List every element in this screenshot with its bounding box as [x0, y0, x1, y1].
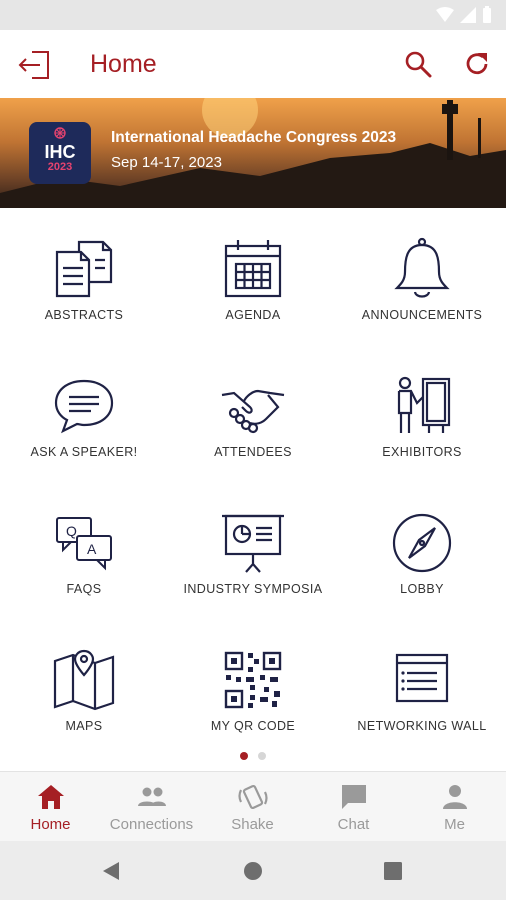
tile-label: LOBBY: [400, 582, 444, 596]
recents-square-icon[interactable]: [382, 860, 404, 882]
nav-label: Shake: [231, 816, 274, 833]
logout-icon[interactable]: [18, 50, 52, 80]
bell-icon: [394, 237, 450, 298]
people-icon: [137, 787, 166, 806]
flower-icon: [54, 127, 66, 139]
tile-label: ABSTRACTS: [44, 308, 124, 322]
tile-label: INDUSTRY SYMPOSIA: [183, 582, 323, 596]
tile-lobby[interactable]: LOBBY: [338, 482, 506, 619]
nav-connections[interactable]: Connections: [101, 772, 202, 842]
shake-phone-icon: [237, 784, 268, 810]
wifi-icon: [436, 6, 454, 22]
map-icon: [53, 649, 115, 711]
tile-label: MAPS: [65, 719, 103, 733]
nav-label: Chat: [337, 816, 370, 833]
tile-networking-wall[interactable]: NETWORKING WALL: [338, 619, 506, 756]
tile-label: EXHIBITORS: [382, 445, 462, 459]
feature-grid: ABSTRACTS AGENDA ANNOUNCEMENTS ASK A SPE…: [0, 208, 506, 753]
exhibitor-icon: [397, 376, 451, 433]
tile-agenda[interactable]: AGENDA: [169, 208, 337, 345]
nav-label: Me: [444, 816, 465, 833]
system-navigation-bar: [0, 841, 506, 900]
svg-text:Q: Q: [66, 523, 77, 539]
chat-icon: [341, 785, 366, 809]
nav-shake[interactable]: Shake: [202, 772, 303, 842]
tile-ask-a-speaker[interactable]: ASK A SPEAKER!: [0, 345, 168, 482]
tile-label: MY QR CODE: [210, 719, 296, 733]
qr-code-icon: [224, 651, 282, 709]
wall-post-icon: [395, 653, 449, 703]
qa-bubbles-icon: Q A: [56, 517, 112, 571]
calendar-icon: [224, 240, 282, 298]
logo-acronym: IHC: [44, 142, 76, 162]
nav-home[interactable]: Home: [0, 772, 101, 842]
speech-bubble-icon: [54, 379, 114, 434]
signal-icon: [460, 6, 476, 23]
event-name: International Headache Congress 2023: [111, 129, 397, 146]
tile-label: NETWORKING WALL: [357, 719, 487, 733]
tile-label: ATTENDEES: [214, 445, 292, 459]
page-dot[interactable]: [258, 752, 266, 760]
app-bar: Home: [0, 30, 506, 98]
nav-chat[interactable]: Chat: [303, 772, 404, 842]
tile-announcements[interactable]: ANNOUNCEMENTS: [338, 208, 506, 345]
bottom-navigation: Home Connections Shake Chat Me: [0, 771, 506, 841]
tile-maps[interactable]: MAPS: [0, 619, 168, 756]
refresh-icon[interactable]: [463, 50, 491, 78]
tile-label: AGENDA: [225, 308, 281, 322]
event-dates: Sep 14-17, 2023: [111, 154, 222, 171]
nav-me[interactable]: Me: [404, 772, 505, 842]
status-icons: [436, 6, 492, 23]
tile-industry-symposia[interactable]: INDUSTRY SYMPOSIA: [169, 482, 337, 619]
presentation-board-icon: [222, 514, 284, 573]
event-banner[interactable]: IHC 2023 International Headache Congress…: [0, 98, 506, 208]
handshake-icon: [221, 389, 285, 434]
event-logo: IHC 2023: [29, 122, 91, 184]
tile-abstracts[interactable]: ABSTRACTS: [0, 208, 168, 345]
home-icon: [37, 785, 64, 809]
person-icon: [442, 785, 467, 809]
tile-label: FAQS: [66, 582, 102, 596]
logo-year: 2023: [47, 161, 73, 173]
tile-faqs[interactable]: Q A FAQS: [0, 482, 168, 619]
tile-exhibitors[interactable]: EXHIBITORS: [338, 345, 506, 482]
back-triangle-icon[interactable]: [101, 860, 123, 882]
tile-label: ANNOUNCEMENTS: [361, 308, 483, 322]
page-dot-active[interactable]: [240, 752, 248, 760]
battery-icon: [483, 6, 491, 23]
status-bar: [0, 0, 506, 30]
svg-text:A: A: [87, 541, 97, 557]
compass-icon: [392, 513, 452, 573]
page-title: Home: [90, 50, 157, 78]
page-indicator: [0, 752, 506, 764]
documents-icon: [55, 240, 113, 298]
nav-label: Connections: [109, 816, 194, 833]
tile-attendees[interactable]: ATTENDEES: [169, 345, 337, 482]
search-icon[interactable]: [404, 50, 432, 78]
tile-label: ASK A SPEAKER!: [30, 445, 138, 459]
nav-label: Home: [30, 816, 71, 833]
tile-my-qr-code[interactable]: MY QR CODE: [169, 619, 337, 756]
home-circle-icon[interactable]: [242, 860, 264, 882]
